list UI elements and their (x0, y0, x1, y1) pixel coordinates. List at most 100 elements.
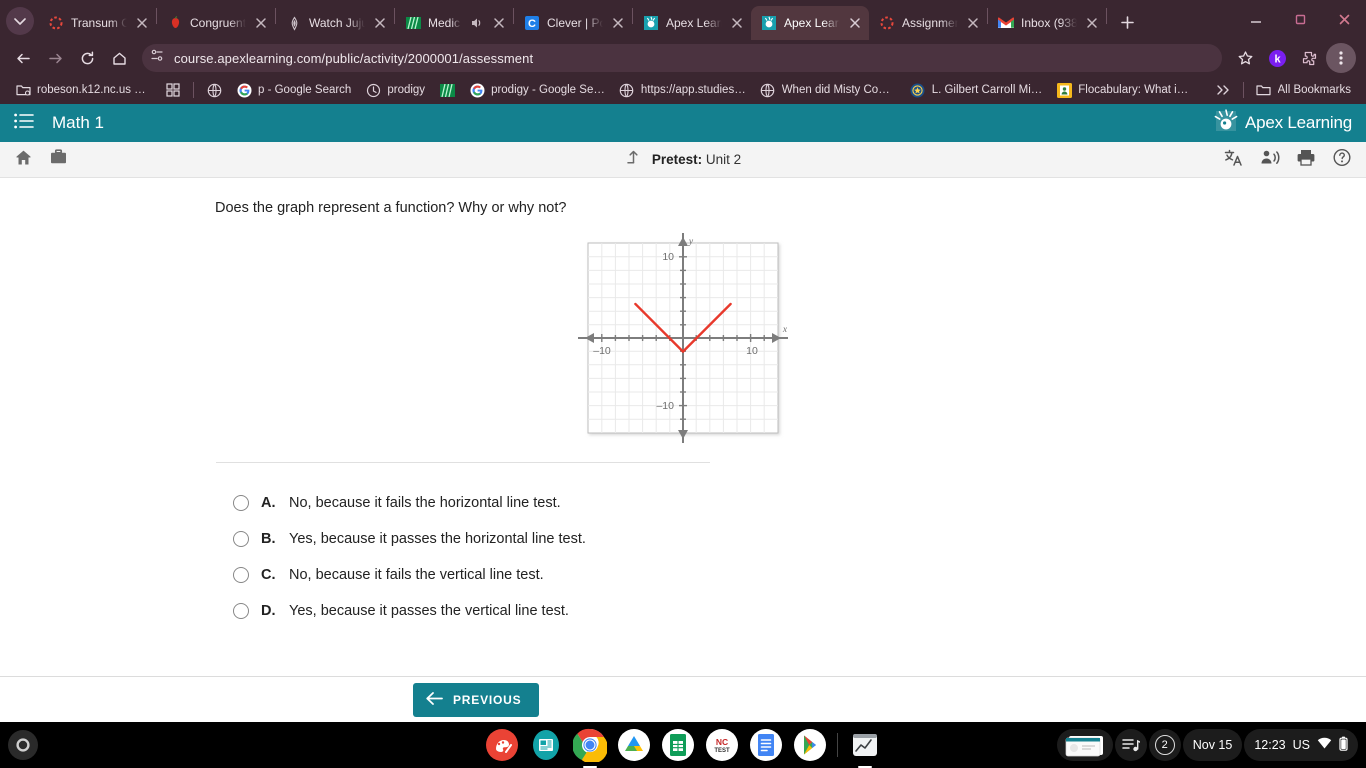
tab-title: Assignments (902, 16, 958, 30)
bookmark-item[interactable]: Flocabulary: What i… (1049, 79, 1195, 101)
answer-choice-c[interactable]: C. No, because it fails the vertical lin… (233, 557, 1163, 593)
extensions-puzzle-icon[interactable] (1294, 43, 1324, 73)
browser-tab[interactable]: Inbox (938) - s (988, 6, 1106, 40)
close-icon[interactable] (253, 15, 269, 31)
radio-button[interactable] (233, 531, 249, 547)
radio-button[interactable] (233, 603, 249, 619)
upload-arrow-icon[interactable] (625, 149, 642, 171)
status-tray[interactable]: 12:23 US (1244, 729, 1358, 761)
close-icon[interactable] (729, 15, 745, 31)
close-icon[interactable] (610, 15, 626, 31)
site-info-icon[interactable] (150, 48, 165, 68)
radio-button[interactable] (233, 567, 249, 583)
choice-text: Yes, because it passes the horizontal li… (289, 531, 586, 547)
bookmark-item[interactable]: prodigy (358, 79, 432, 101)
google-drive-icon[interactable] (617, 728, 651, 762)
home-icon[interactable] (104, 43, 134, 73)
bookmark-label: L. Gilbert Carroll Mi… (931, 84, 1043, 96)
bookmark-item[interactable]: L. Gilbert Carroll Mi… (903, 79, 1050, 101)
reload-icon[interactable] (72, 43, 102, 73)
chromeos-shelf: NC TEST 2 Nov 15 12:23 US (0, 722, 1366, 768)
canvas-paint-icon[interactable] (485, 728, 519, 762)
battery-icon (1339, 736, 1348, 754)
bookmark-item[interactable]: When did Misty Cop… (753, 79, 903, 101)
back-arrow-icon[interactable] (8, 43, 38, 73)
browser-tab[interactable]: Congruent Tri (157, 6, 275, 40)
bookmark-label: robeson.k12.nc.us bookmarks (37, 84, 151, 96)
choice-text: No, because it fails the vertical line t… (289, 567, 544, 583)
google-docs-icon[interactable] (749, 728, 783, 762)
window-preview-thumbnail[interactable] (1056, 729, 1113, 761)
graph-figure: –10 10 10 –10 x y (203, 228, 1163, 448)
close-icon[interactable] (847, 15, 863, 31)
briefcase-icon[interactable] (49, 148, 68, 171)
home-icon[interactable] (14, 148, 33, 171)
bookmark-item[interactable]: robeson.k12.nc.us bookmarks (8, 79, 158, 101)
minimize-button[interactable] (1234, 4, 1278, 34)
close-icon[interactable] (134, 15, 150, 31)
bookmark-item[interactable]: https://app.studies… (612, 79, 753, 101)
notification-counter[interactable]: 2 (1148, 729, 1181, 761)
chromeos-launcher-icon[interactable] (8, 730, 38, 760)
browser-tab[interactable]: Watch Jujutsu (276, 6, 394, 40)
radio-button[interactable] (233, 495, 249, 511)
all-bookmarks-button[interactable]: All Bookmarks (1249, 79, 1359, 101)
new-tab-button[interactable] (1113, 8, 1141, 36)
url-text: course.apexlearning.com/public/activity/… (174, 50, 534, 66)
hamburger-list-icon[interactable] (14, 113, 34, 134)
maximize-button[interactable] (1278, 4, 1322, 34)
date-tray-item[interactable]: Nov 15 (1182, 729, 1243, 761)
print-icon[interactable] (1296, 148, 1316, 172)
browser-tab[interactable]: Medicine - (395, 6, 513, 40)
close-button[interactable] (1322, 4, 1366, 34)
bookmark-item[interactable]: p - Google Search (229, 79, 358, 101)
breadcrumb: Pretest: Unit 2 (0, 149, 1366, 171)
chrome-icon[interactable] (572, 728, 607, 762)
browser-tab[interactable]: C Clever | Portal (514, 6, 632, 40)
bookmark-item[interactable] (158, 79, 188, 101)
read-aloud-icon[interactable] (1260, 148, 1280, 172)
tab-search-button[interactable] (6, 7, 34, 35)
previous-button[interactable]: PREVIOUS (413, 682, 540, 717)
browser-tab[interactable]: Transum Con (38, 6, 156, 40)
translate-icon[interactable] (1224, 148, 1244, 172)
play-store-icon[interactable] (793, 728, 827, 762)
close-icon[interactable] (372, 15, 388, 31)
media-playlist-icon[interactable] (1114, 729, 1147, 761)
google-sheets-icon[interactable] (661, 728, 695, 762)
nc-test-icon[interactable]: NC TEST (705, 728, 739, 762)
tab-audio-icon[interactable] (468, 15, 484, 31)
close-icon[interactable] (491, 15, 507, 31)
apex-sun-logo-icon (1213, 108, 1239, 138)
help-icon[interactable] (1332, 148, 1352, 172)
bookmark-item[interactable] (199, 79, 229, 101)
left-arrow-icon (425, 691, 444, 709)
answer-choice-a[interactable]: A. No, because it fails the horizontal l… (233, 485, 1163, 521)
answer-choice-b[interactable]: B. Yes, because it passes the horizontal… (233, 521, 1163, 557)
tab-title: Medicine - (428, 16, 461, 30)
tab-title: Congruent Tri (190, 16, 246, 30)
stocks-app-icon[interactable] (848, 728, 882, 762)
choice-letter: D. (261, 603, 276, 619)
bookmark-item[interactable]: prodigy - Google Se… (462, 79, 612, 101)
chrome-menu-icon[interactable] (1326, 43, 1356, 73)
forward-arrow-icon[interactable] (40, 43, 70, 73)
browser-tab[interactable]: Apex Learning (633, 6, 751, 40)
choice-letter: B. (261, 531, 276, 547)
bookmarks-overflow-button[interactable] (1208, 79, 1238, 101)
close-icon[interactable] (1084, 15, 1100, 31)
browser-tab-active[interactable]: Apex Learning (751, 6, 869, 40)
tab-strip: Transum Con Congruent Tri Watch Jujutsu (0, 0, 1366, 40)
kami-extension-icon[interactable]: k (1262, 43, 1292, 73)
teal-document-app-icon[interactable] (529, 728, 563, 762)
omnibox-row: course.apexlearning.com/public/activity/… (0, 40, 1366, 76)
address-bar[interactable]: course.apexlearning.com/public/activity/… (142, 44, 1222, 72)
apex-icon (643, 15, 659, 31)
apex-header: Math 1 Apex Learning (0, 104, 1366, 142)
close-icon[interactable] (965, 15, 981, 31)
bookmark-item[interactable] (432, 79, 462, 101)
bookmark-label: p - Google Search (258, 84, 352, 96)
bookmark-star-icon[interactable] (1230, 43, 1260, 73)
answer-choice-d[interactable]: D. Yes, because it passes the vertical l… (233, 593, 1163, 629)
browser-tab[interactable]: Assignments (869, 6, 987, 40)
